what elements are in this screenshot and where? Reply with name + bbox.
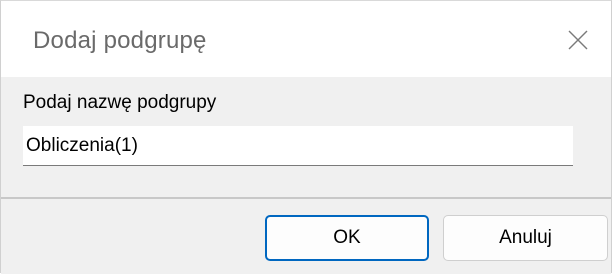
subgroup-name-input[interactable] xyxy=(23,126,573,166)
cancel-button[interactable]: Anuluj xyxy=(443,215,608,261)
title-bar: Dodaj podgrupę xyxy=(1,1,611,77)
close-icon xyxy=(568,30,588,50)
dialog-footer: OK Anuluj xyxy=(1,199,611,274)
dialog-content: Podaj nazwę podgrupy xyxy=(1,77,611,197)
add-subgroup-dialog: Dodaj podgrupę Podaj nazwę podgrupy OK A… xyxy=(0,0,612,274)
dialog-title: Dodaj podgrupę xyxy=(33,27,207,54)
close-button[interactable] xyxy=(553,17,603,63)
subgroup-name-label: Podaj nazwę podgrupy xyxy=(23,92,217,113)
ok-button[interactable]: OK xyxy=(265,215,429,261)
